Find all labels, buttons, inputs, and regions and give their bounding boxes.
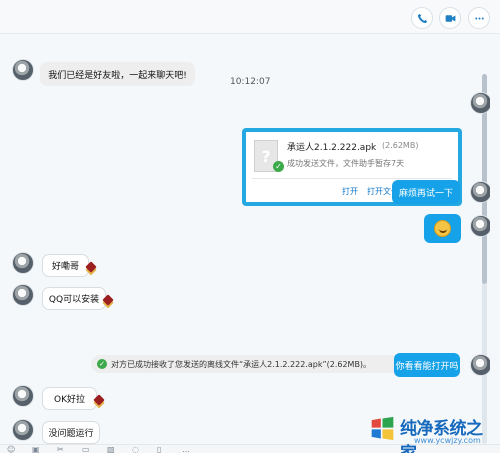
own-avatar[interactable] bbox=[470, 181, 490, 203]
file-received-notice: ✓ 对方已成功接收了您发送的离线文件“承运人2.1.2.222.apk”(2.6… bbox=[91, 355, 400, 373]
incoming-message-bubble[interactable]: 我们已经是好友啦，一起来聊天吧! bbox=[40, 62, 195, 86]
video-icon bbox=[445, 14, 455, 22]
own-avatar[interactable] bbox=[470, 215, 490, 237]
phone-button[interactable] bbox=[411, 7, 433, 29]
more-icon bbox=[474, 17, 484, 19]
file-card-divider bbox=[252, 178, 452, 179]
windows-logo-icon bbox=[371, 416, 394, 441]
emoji-tool-icon[interactable]: ☺ bbox=[7, 445, 21, 453]
contact-avatar[interactable] bbox=[12, 284, 34, 306]
grinning-emoji-icon bbox=[434, 220, 451, 237]
screenshot-tool-icon[interactable]: ▣ bbox=[32, 445, 46, 453]
site-watermark: 纯净系统之家 www.ycwjzy.com bbox=[365, 413, 497, 453]
image-tool-icon[interactable]: ▧ bbox=[107, 445, 121, 453]
more-tool-icon[interactable]: … bbox=[182, 445, 196, 453]
watermark-title: 纯净系统之家 bbox=[400, 419, 483, 453]
contact-avatar[interactable] bbox=[12, 252, 34, 274]
outgoing-message-bubble[interactable]: 麻烦再试一下 bbox=[392, 180, 460, 204]
chat-scrollbar[interactable] bbox=[482, 74, 487, 444]
contact-avatar[interactable] bbox=[12, 385, 34, 407]
system-notice-text: 对方已成功接收了您发送的离线文件“承运人2.1.2.222.apk”(2.62M… bbox=[111, 359, 372, 369]
success-check-icon: ✓ bbox=[273, 161, 284, 172]
video-button[interactable] bbox=[439, 7, 461, 29]
incoming-message-text: 没问题运行 bbox=[48, 429, 94, 439]
bubble-decoration bbox=[93, 394, 105, 406]
chat-message-area[interactable]: 10:12:07 我们已经是好友啦，一起来聊天吧! ? ✓ 承运人2.1.2.2… bbox=[0, 34, 490, 444]
contact-avatar[interactable] bbox=[12, 59, 34, 81]
incoming-message-text: 我们已经是好友啦，一起来聊天吧! bbox=[48, 70, 187, 81]
own-avatar[interactable] bbox=[470, 92, 490, 114]
folder-tool-icon[interactable]: ▭ bbox=[82, 445, 96, 453]
bubble-decoration bbox=[102, 294, 114, 306]
bubble-decoration bbox=[85, 261, 97, 273]
outgoing-message-bubble[interactable]: 你看看能打开吗 bbox=[394, 353, 460, 377]
incoming-message-bubble[interactable]: 好嘞哥 bbox=[42, 254, 97, 277]
phone-tool-icon[interactable]: ▯ bbox=[157, 445, 171, 453]
incoming-message-text: QQ可以安装 bbox=[48, 295, 100, 305]
file-name: 承运人2.1.2.222.apk bbox=[287, 143, 377, 153]
scissors-tool-icon[interactable]: ✂ bbox=[57, 445, 71, 453]
more-button[interactable] bbox=[468, 7, 490, 29]
incoming-message-bubble[interactable]: QQ可以安装 bbox=[42, 287, 114, 310]
incoming-message-text: OK好拉 bbox=[54, 395, 85, 405]
chat-header-actions bbox=[0, 0, 500, 34]
voice-tool-icon[interactable]: ◌ bbox=[132, 445, 146, 453]
incoming-message-bubble[interactable]: 没问题运行 bbox=[42, 421, 100, 444]
message-timestamp: 10:12:07 bbox=[230, 77, 271, 87]
incoming-message-text: 好嘞哥 bbox=[51, 262, 79, 272]
outgoing-message-text: 麻烦再试一下 bbox=[398, 188, 453, 199]
success-check-icon: ✓ bbox=[97, 359, 107, 369]
incoming-message-bubble[interactable]: OK好拉 bbox=[42, 387, 105, 410]
file-size: (2.62MB) bbox=[382, 141, 419, 150]
watermark-url: www.ycwjzy.com bbox=[414, 436, 481, 445]
own-avatar[interactable] bbox=[470, 354, 490, 376]
emoji-message-bubble[interactable] bbox=[424, 214, 461, 243]
outgoing-message-text: 你看看能打开吗 bbox=[395, 361, 459, 372]
open-file-link[interactable]: 打开 bbox=[342, 186, 358, 197]
phone-icon bbox=[417, 13, 427, 23]
file-status-text: 成功发送文件，文件助手暂存7天 bbox=[287, 159, 405, 168]
contact-avatar[interactable] bbox=[12, 419, 34, 441]
